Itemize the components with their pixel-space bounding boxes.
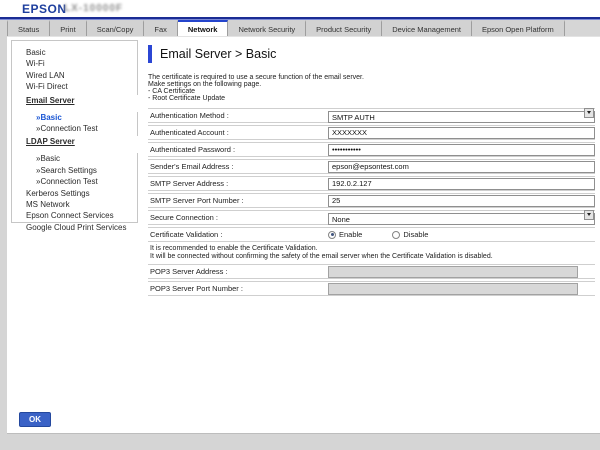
row-certificate-validation: Certificate Validation : Enable Disable xyxy=(148,227,595,242)
description-line: The certificate is required to use a sec… xyxy=(148,74,595,81)
sidebar-item-email-connection-test[interactable]: »Connection Test xyxy=(26,123,133,134)
row-authentication-method: Authentication Method : xyxy=(148,108,595,123)
certificate-validation-note: It is recommended to enable the Certific… xyxy=(150,245,595,260)
authentication-method-label: Authentication Method : xyxy=(148,111,328,120)
secure-connection-select[interactable] xyxy=(328,209,595,227)
authentication-method-value[interactable] xyxy=(328,111,595,123)
title-accent-bar xyxy=(148,45,152,63)
sidebar-item-ldap-connection-test[interactable]: »Connection Test xyxy=(26,176,133,187)
row-authenticated-account: Authenticated Account : xyxy=(148,125,595,140)
description-line: - Root Certificate Update xyxy=(148,95,595,102)
smtp-address-input[interactable] xyxy=(328,178,595,190)
sidebar-item-kerberos-settings[interactable]: Kerberos Settings xyxy=(26,188,133,199)
pop3-port-input xyxy=(328,283,578,295)
sidebar-item-ldap-search-settings[interactable]: »Search Settings xyxy=(26,165,133,176)
row-smtp-port: SMTP Server Port Number : xyxy=(148,193,595,208)
sender-email-label: Sender's Email Address : xyxy=(148,162,328,171)
sidebar-item-wifi-direct[interactable]: Wi-Fi Direct xyxy=(26,81,133,92)
smtp-port-label: SMTP Server Port Number : xyxy=(148,196,328,205)
row-pop3-address: POP3 Server Address : xyxy=(148,264,595,279)
page-description: The certificate is required to use a sec… xyxy=(148,74,595,102)
page-panel: Status Print Scan/Copy Fax Network Netwo… xyxy=(7,20,600,433)
ok-button[interactable]: OK xyxy=(19,412,51,427)
row-authenticated-password: Authenticated Password : xyxy=(148,142,595,157)
tab-bar: Status Print Scan/Copy Fax Network Netwo… xyxy=(7,20,600,37)
sidebar-nav: Basic Wi-Fi Wired LAN Wi-Fi Direct Email… xyxy=(11,40,138,223)
authenticated-account-input[interactable] xyxy=(328,127,595,139)
row-sender-email: Sender's Email Address : xyxy=(148,159,595,174)
sidebar-item-ms-network[interactable]: MS Network xyxy=(26,199,133,210)
tab-print[interactable]: Print xyxy=(50,20,86,36)
sidebar-item-epson-connect-services[interactable]: Epson Connect Services xyxy=(26,210,133,221)
pop3-port-label: POP3 Server Port Number : xyxy=(148,284,328,293)
content-area: Basic Wi-Fi Wired LAN Wi-Fi Direct Email… xyxy=(7,37,600,432)
authenticated-password-input[interactable] xyxy=(328,144,595,156)
title-bar: Email Server > Basic xyxy=(148,45,595,63)
description-line: - CA Certificate xyxy=(148,88,595,95)
chevron-down-icon xyxy=(587,111,591,114)
authenticated-password-label: Authenticated Password : xyxy=(148,145,328,154)
sidebar-item-wired-lan[interactable]: Wired LAN xyxy=(26,70,133,81)
sidebar-item-basic[interactable]: Basic xyxy=(26,47,133,58)
row-secure-connection: Secure Connection : xyxy=(148,210,595,225)
chevron-down-icon xyxy=(587,213,591,216)
note-line: It is recommended to enable the Certific… xyxy=(150,245,595,253)
radio-enable-icon[interactable] xyxy=(328,231,336,239)
app-header: EPSON LX-10000F xyxy=(0,0,600,17)
tab-device-management[interactable]: Device Management xyxy=(382,20,472,36)
certificate-validation-radio-group: Enable Disable xyxy=(328,230,458,239)
pop3-address-label: POP3 Server Address : xyxy=(148,267,328,276)
certificate-validation-enable-option[interactable]: Enable xyxy=(328,230,362,239)
sidebar-item-wifi[interactable]: Wi-Fi xyxy=(26,58,133,69)
tab-epson-open-platform[interactable]: Epson Open Platform xyxy=(472,20,565,36)
tab-status[interactable]: Status xyxy=(7,20,50,36)
tab-network[interactable]: Network xyxy=(178,20,229,36)
description-line: Make settings on the following page. xyxy=(148,81,595,88)
authenticated-account-label: Authenticated Account : xyxy=(148,128,328,137)
secure-connection-label: Secure Connection : xyxy=(148,213,328,222)
certificate-validation-label: Certificate Validation : xyxy=(148,230,328,239)
sidebar-item-google-cloud-print-services[interactable]: Google Cloud Print Services xyxy=(26,222,133,233)
authentication-method-select[interactable] xyxy=(328,107,595,125)
certificate-validation-disable-option[interactable]: Disable xyxy=(392,230,428,239)
secure-connection-dropdown-button[interactable] xyxy=(584,210,594,220)
disable-label: Disable xyxy=(403,230,428,239)
sidebar-item-ldap-basic[interactable]: »Basic xyxy=(26,153,133,164)
secure-connection-value[interactable] xyxy=(328,213,595,225)
pop3-address-input xyxy=(328,266,578,278)
epson-logo: EPSON xyxy=(22,2,67,16)
radio-disable-icon[interactable] xyxy=(392,231,400,239)
authentication-method-dropdown-button[interactable] xyxy=(584,108,594,118)
sidebar-item-email-server-basic[interactable]: »Basic xyxy=(26,112,133,123)
enable-label: Enable xyxy=(339,230,362,239)
note-line: It will be connected without confirming … xyxy=(150,253,595,261)
row-smtp-address: SMTP Server Address : xyxy=(148,176,595,191)
tab-scan-copy[interactable]: Scan/Copy xyxy=(87,20,145,36)
page-title: Email Server > Basic xyxy=(160,47,276,61)
smtp-address-label: SMTP Server Address : xyxy=(148,179,328,188)
email-server-form: Authentication Method : Authenticated Ac… xyxy=(148,108,595,296)
tab-network-security[interactable]: Network Security xyxy=(228,20,306,36)
tab-fax[interactable]: Fax xyxy=(144,20,178,36)
printer-model-label: LX-10000F xyxy=(64,3,123,14)
row-pop3-port: POP3 Server Port Number : xyxy=(148,281,595,296)
smtp-port-input[interactable] xyxy=(328,195,595,207)
tab-product-security[interactable]: Product Security xyxy=(306,20,382,36)
sender-email-input[interactable] xyxy=(328,161,595,173)
main-panel: Email Server > Basic The certificate is … xyxy=(148,45,595,298)
